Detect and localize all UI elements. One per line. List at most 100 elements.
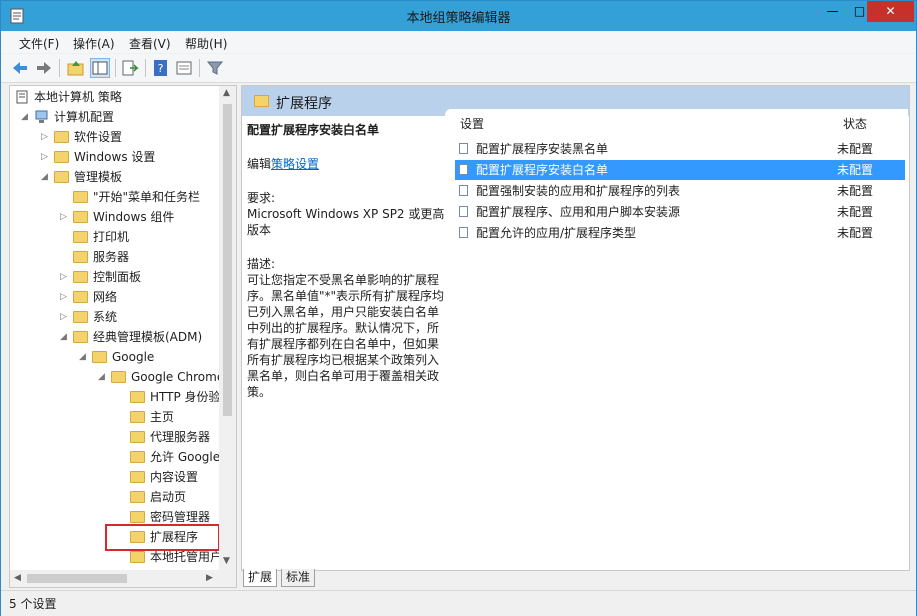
setting-name: 配置扩展程序、应用和用户脚本安装源 <box>476 205 681 219</box>
toolbar: ? <box>1 54 916 83</box>
tree-item-label: 内容设置 <box>150 470 199 484</box>
tree-item-label: 主页 <box>150 410 175 424</box>
policy-setting-icon <box>459 185 468 196</box>
expanded-arrow-icon[interactable]: ◢ <box>79 347 89 367</box>
tab-extended[interactable]: 扩展 <box>243 569 278 587</box>
setting-name: 配置扩展程序安装黑名单 <box>476 142 609 156</box>
requirements-line: Microsoft Windows XP SP2 或更高 <box>247 207 445 221</box>
requirements-label: 要求: <box>247 191 276 205</box>
collapsed-arrow-icon[interactable]: ▷ <box>41 127 51 147</box>
computer-icon <box>35 110 48 123</box>
collapsed-arrow-icon[interactable]: ▷ <box>60 287 70 307</box>
up-folder-icon[interactable] <box>67 59 85 77</box>
tree-horizontal-scrollbar[interactable]: ◀ ▶ <box>10 570 236 587</box>
expanded-arrow-icon[interactable]: ◢ <box>41 167 51 187</box>
folder-icon <box>130 471 145 483</box>
tree-item-label: Windows 组件 <box>93 210 175 224</box>
export-list-icon[interactable] <box>121 59 139 77</box>
tab-standard[interactable]: 标准 <box>281 569 316 587</box>
tree-item-label: 软件设置 <box>74 130 123 144</box>
expanded-arrow-icon[interactable]: ◢ <box>21 107 31 127</box>
scroll-down-icon[interactable]: ▼ <box>223 556 230 566</box>
main-window: 本地组策略编辑器 — □ ✕ 文件(F) 操作(A) 查看(V) 帮助(H) ?… <box>0 0 917 616</box>
help-icon[interactable]: ? <box>152 59 170 77</box>
tree-item-label: 打印机 <box>93 230 130 244</box>
list-item[interactable]: 配置扩展程序、应用和用户脚本安装源 未配置 <box>455 202 905 222</box>
edit-policy-link[interactable]: 策略设置 <box>271 157 319 171</box>
folder-icon <box>111 371 126 383</box>
description-line: 已列入黑名单，用户只能安装白名单 <box>247 305 440 319</box>
toolbar-separator <box>115 59 116 77</box>
policy-setting-icon <box>459 164 468 175</box>
collapsed-arrow-icon[interactable]: ▷ <box>41 147 51 167</box>
minimize-button[interactable]: — <box>819 1 846 22</box>
policy-setting-icon <box>459 206 468 217</box>
collapsed-arrow-icon[interactable]: ▷ <box>60 307 70 327</box>
tree-item-label: 管理模板 <box>74 170 123 184</box>
selection-highlight-box <box>105 524 220 551</box>
column-header-state[interactable]: 状态 <box>843 115 867 132</box>
policy-document-icon <box>16 90 28 104</box>
setting-state: 未配置 <box>837 184 874 198</box>
list-item[interactable]: 配置强制安装的应用和扩展程序的列表 未配置 <box>455 181 905 201</box>
tree-item-label: 代理服务器 <box>150 430 211 444</box>
description-line: 中列出的扩展程序。默认情况下，所 <box>247 321 440 335</box>
show-hide-tree-icon[interactable] <box>90 58 110 78</box>
list-item[interactable]: 配置扩展程序安装黑名单 未配置 <box>455 139 905 159</box>
setting-name: 配置扩展程序安装白名单 <box>476 163 609 177</box>
back-icon[interactable] <box>11 59 29 77</box>
menu-help[interactable]: 帮助(H) <box>185 35 227 52</box>
menu-action[interactable]: 操作(A) <box>73 35 115 52</box>
column-header-setting[interactable]: 设置 <box>460 115 484 132</box>
forward-icon[interactable] <box>35 59 53 77</box>
description-line: 所有扩展程序均已根据某个政策列入 <box>247 353 440 367</box>
scroll-up-icon[interactable]: ▲ <box>223 88 230 98</box>
menu-bar: 文件(F) 操作(A) 查看(V) 帮助(H) <box>1 31 916 53</box>
tree-item-label: 允许 Google <box>150 450 221 464</box>
tree-item-label: "开始"菜单和任务栏 <box>93 190 201 204</box>
folder-icon <box>92 351 107 363</box>
folder-icon <box>130 451 145 463</box>
tree-item-label: 系统 <box>93 310 118 324</box>
folder-icon <box>130 431 145 443</box>
menu-file[interactable]: 文件(F) <box>19 35 59 52</box>
properties-icon[interactable] <box>175 59 193 77</box>
tree-item-label: 启动页 <box>150 490 187 504</box>
collapsed-arrow-icon[interactable]: ▷ <box>60 267 70 287</box>
filter-icon[interactable] <box>206 59 224 77</box>
expanded-arrow-icon[interactable]: ◢ <box>60 327 70 347</box>
description-label: 描述: <box>247 257 276 271</box>
folder-icon <box>73 191 88 203</box>
view-tabs: 扩展 标准 <box>241 569 910 588</box>
policy-setting-icon <box>459 143 468 154</box>
scroll-right-icon[interactable]: ▶ <box>206 573 213 583</box>
setting-state: 未配置 <box>837 163 874 177</box>
list-item[interactable]: 配置允许的应用/扩展程序类型 未配置 <box>455 223 905 243</box>
details-pane: 扩展程序 配置扩展程序安装白名单 编辑策略设置 要求: Microsoft Wi… <box>241 85 910 571</box>
collapsed-arrow-icon[interactable]: ▷ <box>60 207 70 227</box>
tree-item-label: 经典管理模板(ADM) <box>93 330 203 344</box>
folder-icon <box>73 231 88 243</box>
tree-item-label: 服务器 <box>93 250 130 264</box>
toolbar-separator <box>59 59 60 77</box>
folder-icon <box>130 511 145 523</box>
folder-icon <box>73 251 88 263</box>
tree-item-label: 控制面板 <box>93 270 142 284</box>
folder-icon <box>73 291 88 303</box>
tree-item-label: Google Chrome <box>131 370 225 384</box>
window-title: 本地组策略编辑器 <box>406 11 511 26</box>
details-header-title: 扩展程序 <box>276 96 332 112</box>
scroll-thumb[interactable] <box>223 104 232 416</box>
title-bar[interactable]: 本地组策略编辑器 — □ ✕ <box>1 1 916 31</box>
close-button[interactable]: ✕ <box>867 1 914 22</box>
menu-view[interactable]: 查看(V) <box>129 35 171 52</box>
expanded-arrow-icon[interactable]: ◢ <box>98 367 108 387</box>
folder-icon <box>73 311 88 323</box>
folder-icon <box>130 411 145 423</box>
folder-icon <box>130 391 145 403</box>
scroll-left-icon[interactable]: ◀ <box>14 573 21 583</box>
scroll-thumb[interactable] <box>27 574 127 583</box>
folder-icon <box>130 551 145 563</box>
tree-vertical-scrollbar[interactable]: ▲ ▼ <box>219 86 236 570</box>
list-item-selected[interactable]: 配置扩展程序安装白名单 未配置 <box>455 160 905 180</box>
